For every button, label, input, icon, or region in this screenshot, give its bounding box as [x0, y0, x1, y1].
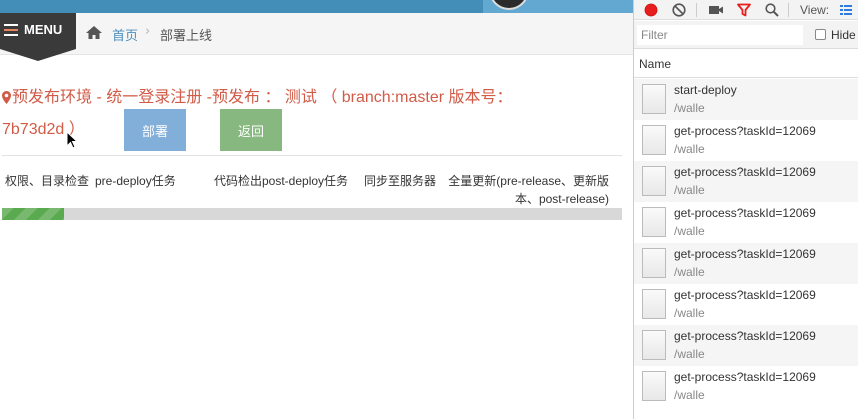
- toolbar-divider: [788, 3, 789, 17]
- record-icon[interactable]: [643, 2, 659, 18]
- request-list: start-deploy /walle get-process?taskId=1…: [634, 79, 858, 407]
- request-row[interactable]: get-process?taskId=12069 /walle: [634, 202, 858, 243]
- view-label: View:: [800, 3, 830, 17]
- document-icon: [642, 207, 666, 237]
- document-icon: [642, 84, 666, 114]
- request-row[interactable]: get-process?taskId=12069 /walle: [634, 284, 858, 325]
- request-row[interactable]: get-process?taskId=12069 /walle: [634, 325, 858, 366]
- request-row[interactable]: get-process?taskId=12069 /walle: [634, 366, 858, 407]
- document-icon: [642, 125, 666, 155]
- mouse-cursor-icon: [66, 131, 79, 149]
- name-column-header[interactable]: Name: [639, 57, 671, 71]
- request-path: /walle: [674, 306, 705, 320]
- search-icon[interactable]: [764, 2, 780, 18]
- step-sync-servers: 同步至服务器: [364, 174, 437, 188]
- deploy-progress-fill: [2, 208, 64, 220]
- request-path: /walle: [674, 347, 705, 361]
- menu-toggle-button[interactable]: MENU: [0, 13, 76, 49]
- request-path: /walle: [674, 183, 705, 197]
- devtools-network-panel: View: Hide Name start-deploy /walle get-…: [633, 0, 858, 419]
- breadcrumb-bar: MENU 首页 › 部署上线: [0, 13, 633, 61]
- breadcrumb-separator: ›: [145, 24, 151, 39]
- request-row[interactable]: get-process?taskId=12069 /walle: [634, 243, 858, 284]
- step-pre-deploy: pre-deploy任务: [95, 174, 176, 188]
- request-name: get-process?taskId=12069: [674, 329, 816, 343]
- back-button[interactable]: 返回: [220, 109, 282, 151]
- page-title: 预发布环境 - 统一登录注册 -预发布 ： 测试 （ branch:master…: [2, 82, 562, 146]
- request-path: /walle: [674, 101, 705, 115]
- request-path: /walle: [674, 388, 705, 402]
- document-icon: [642, 248, 666, 278]
- menu-label: MENU: [24, 22, 63, 37]
- document-icon: [642, 371, 666, 401]
- video-icon[interactable]: [708, 2, 724, 18]
- requests-table-header: Name: [634, 50, 858, 78]
- request-path: /walle: [674, 142, 705, 156]
- hamburger-icon: [4, 24, 18, 39]
- breadcrumb-current: 部署上线: [160, 29, 213, 44]
- document-icon: [642, 330, 666, 360]
- request-row[interactable]: get-process?taskId=12069 /walle: [634, 120, 858, 161]
- section-divider: [2, 155, 622, 156]
- map-marker-icon: [2, 91, 11, 105]
- request-row[interactable]: get-process?taskId=12069 /walle: [634, 161, 858, 202]
- document-icon: [642, 166, 666, 196]
- request-name: get-process?taskId=12069: [674, 206, 816, 220]
- request-name: get-process?taskId=12069: [674, 370, 816, 384]
- deploy-button[interactable]: 部署: [124, 109, 186, 151]
- request-path: /walle: [674, 265, 705, 279]
- step-checkout-post-deploy: 代码检出post-deploy任务: [214, 174, 349, 188]
- request-row[interactable]: start-deploy /walle: [634, 79, 858, 120]
- home-icon: [86, 26, 102, 39]
- request-name: start-deploy: [674, 83, 737, 97]
- request-path: /walle: [674, 224, 705, 238]
- filter-bar: Hide: [634, 21, 858, 49]
- request-name: get-process?taskId=12069: [674, 288, 816, 302]
- document-icon: [642, 289, 666, 319]
- request-name: get-process?taskId=12069: [674, 124, 816, 138]
- step-permission-check: 权限、目录检查: [5, 174, 90, 188]
- hide-data-urls-checkbox[interactable]: [815, 29, 826, 40]
- request-name: get-process?taskId=12069: [674, 165, 816, 179]
- clear-icon[interactable]: [671, 2, 687, 18]
- request-name: get-process?taskId=12069: [674, 247, 816, 261]
- filter-input[interactable]: [637, 25, 803, 45]
- hide-label: Hide: [831, 28, 856, 42]
- step-full-update: 全量更新(pre-release、更新版本、post-release): [448, 174, 609, 206]
- app-main: MENU 首页 › 部署上线 预发布环境 - 统一登录注册 -预发布 ： 测试 …: [0, 0, 633, 419]
- top-navbar: [0, 0, 633, 13]
- list-view-icon[interactable]: [838, 2, 854, 18]
- deploy-progress-bar: [2, 208, 622, 220]
- filter-icon[interactable]: [736, 2, 752, 18]
- menu-toggle-arrow: [0, 49, 76, 61]
- toolbar-divider: [696, 3, 697, 17]
- devtools-toolbar: View:: [634, 0, 858, 20]
- breadcrumb-home-link[interactable]: 首页: [112, 25, 138, 44]
